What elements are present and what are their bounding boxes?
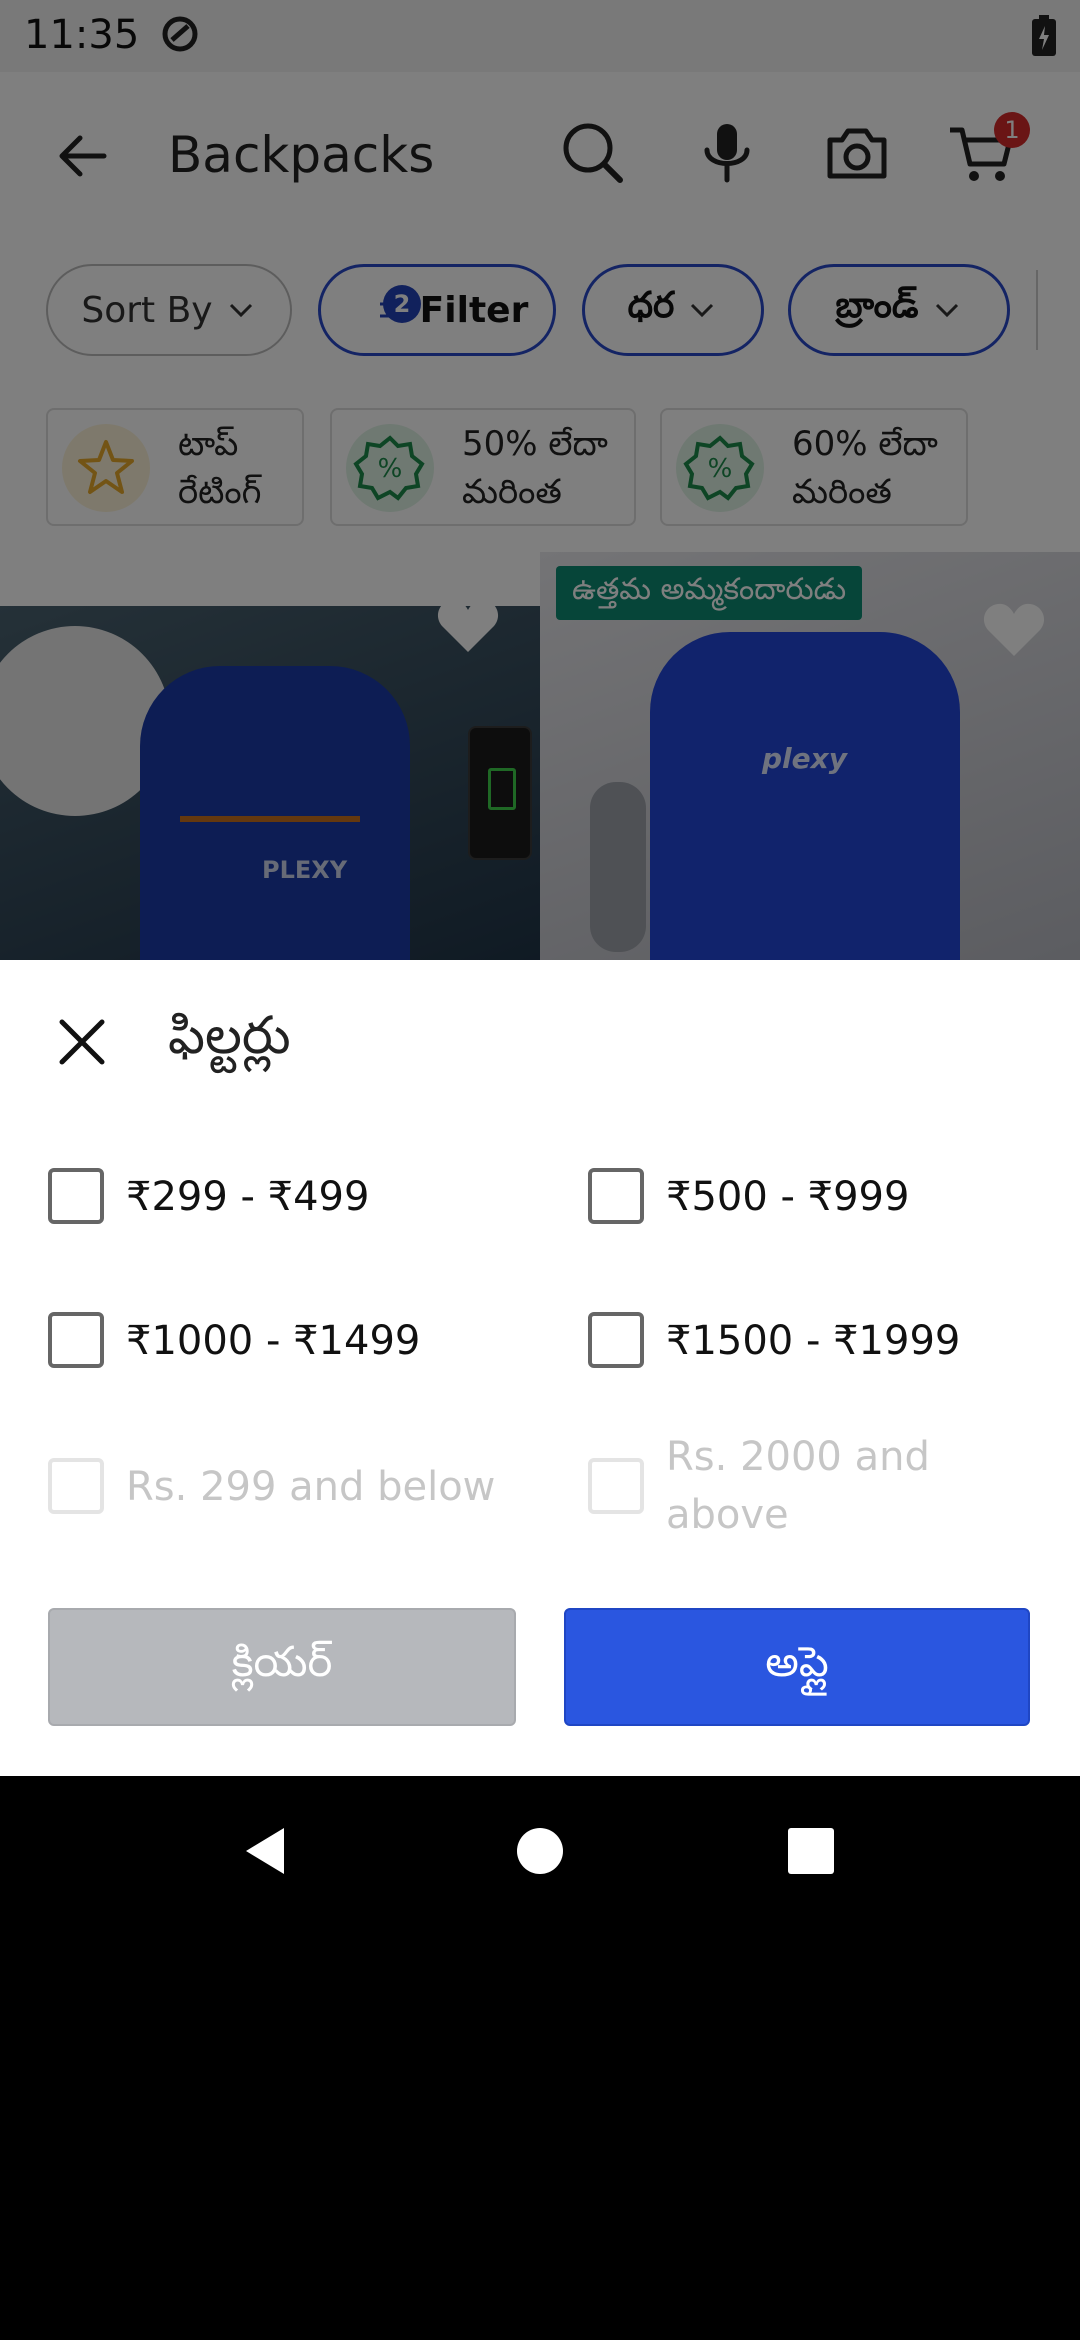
option-label: Rs. 2000 and above	[666, 1434, 930, 1538]
option-1500-1999[interactable]: ₹1500 - ₹1999	[588, 1312, 960, 1370]
option-label: ₹500 - ₹999	[666, 1174, 910, 1220]
option-2000-above: Rs. 2000 and above	[588, 1428, 966, 1544]
nav-back-icon[interactable]	[240, 1824, 294, 1878]
close-icon[interactable]	[56, 1016, 108, 1068]
scrim-overlay[interactable]	[0, 72, 1080, 960]
checkbox[interactable]	[588, 1312, 644, 1368]
checkbox[interactable]	[48, 1312, 104, 1368]
nav-home-icon[interactable]	[513, 1824, 567, 1878]
option-label: ₹299 - ₹499	[126, 1174, 370, 1220]
app-screen: 11:35 Backpacks	[0, 0, 1080, 1776]
filter-bottom-sheet: ఫిల్టర్లు ₹299 - ₹499 ₹500 - ₹999 ₹1000 …	[0, 960, 1080, 1776]
option-299-499[interactable]: ₹299 - ₹499	[48, 1168, 369, 1226]
option-label: ₹1000 - ₹1499	[126, 1318, 421, 1364]
clear-button[interactable]: క్లియర్	[48, 1608, 516, 1726]
option-299-below: Rs. 299 and below	[48, 1458, 495, 1516]
option-1000-1499[interactable]: ₹1000 - ₹1499	[48, 1312, 420, 1370]
nav-recents-icon[interactable]	[784, 1824, 838, 1878]
checkbox-disabled	[588, 1458, 644, 1514]
sheet-title: ఫిల్టర్లు	[168, 1006, 291, 1066]
checkbox-disabled	[48, 1458, 104, 1514]
scrim-status	[0, 0, 1080, 72]
system-nav-bar	[0, 1776, 1080, 1926]
checkbox[interactable]	[48, 1168, 104, 1224]
option-label: ₹1500 - ₹1999	[666, 1318, 961, 1364]
option-500-999[interactable]: ₹500 - ₹999	[588, 1168, 909, 1226]
apply-button[interactable]: అప్లై	[564, 1608, 1030, 1726]
checkbox[interactable]	[588, 1168, 644, 1224]
option-label: Rs. 299 and below	[126, 1464, 496, 1510]
